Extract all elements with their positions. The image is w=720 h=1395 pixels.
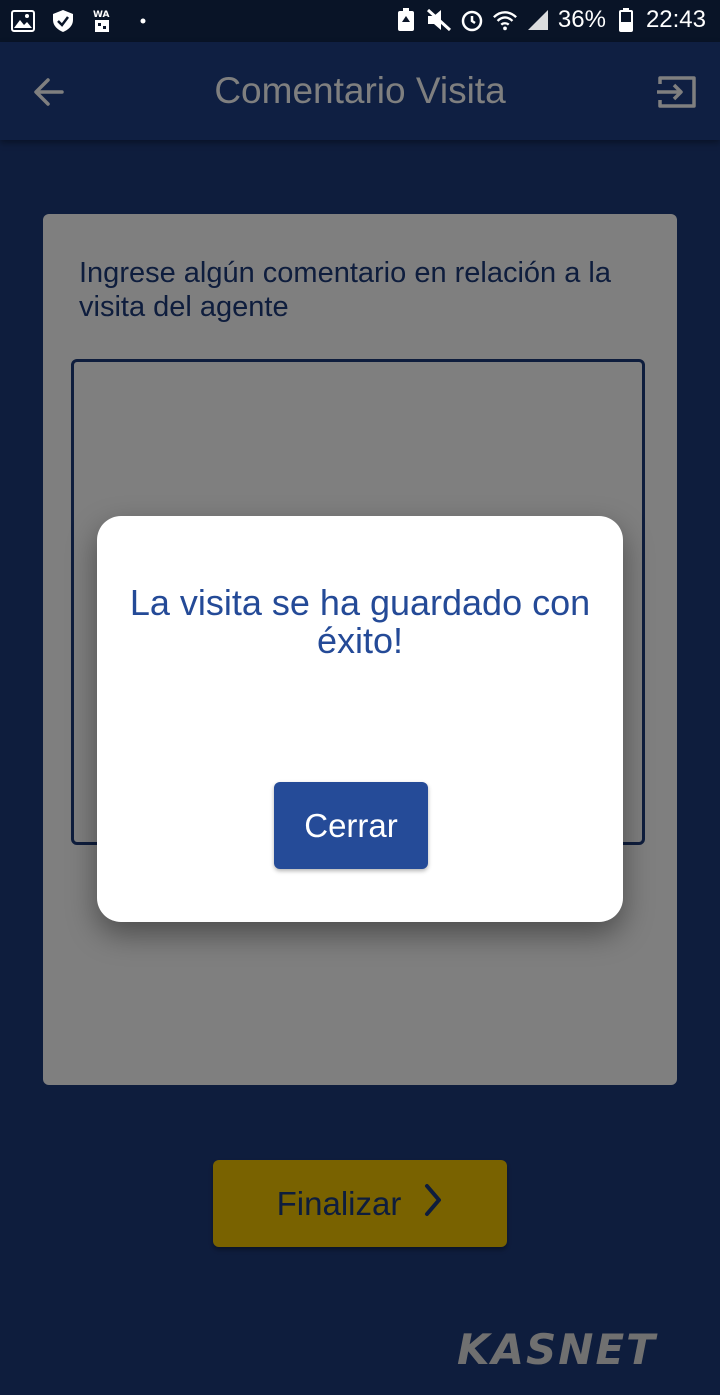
whatsapp-icon: WA [90, 8, 116, 34]
alarm-icon [459, 7, 485, 33]
svg-text:WA: WA [93, 10, 110, 20]
battery-saver-icon [393, 7, 419, 33]
mute-icon [426, 7, 452, 33]
shield-icon [50, 8, 76, 34]
close-button[interactable]: Cerrar [274, 782, 428, 869]
status-bar: WA 36% 22:43 [0, 0, 720, 42]
battery-percent: 36% [557, 6, 606, 33]
dialog-message: La visita se ha guardado con éxito! [129, 582, 591, 661]
battery-icon [613, 7, 639, 33]
status-right-icons: 36% 22:43 [393, 6, 706, 34]
gallery-icon [10, 8, 36, 34]
signal-icon [525, 7, 551, 33]
dot-icon [130, 8, 156, 34]
success-dialog: La visita se ha guardado con éxito! Cerr… [97, 516, 623, 922]
status-left-icons: WA [10, 8, 156, 34]
status-time: 22:43 [645, 6, 706, 33]
wifi-icon [492, 7, 518, 33]
